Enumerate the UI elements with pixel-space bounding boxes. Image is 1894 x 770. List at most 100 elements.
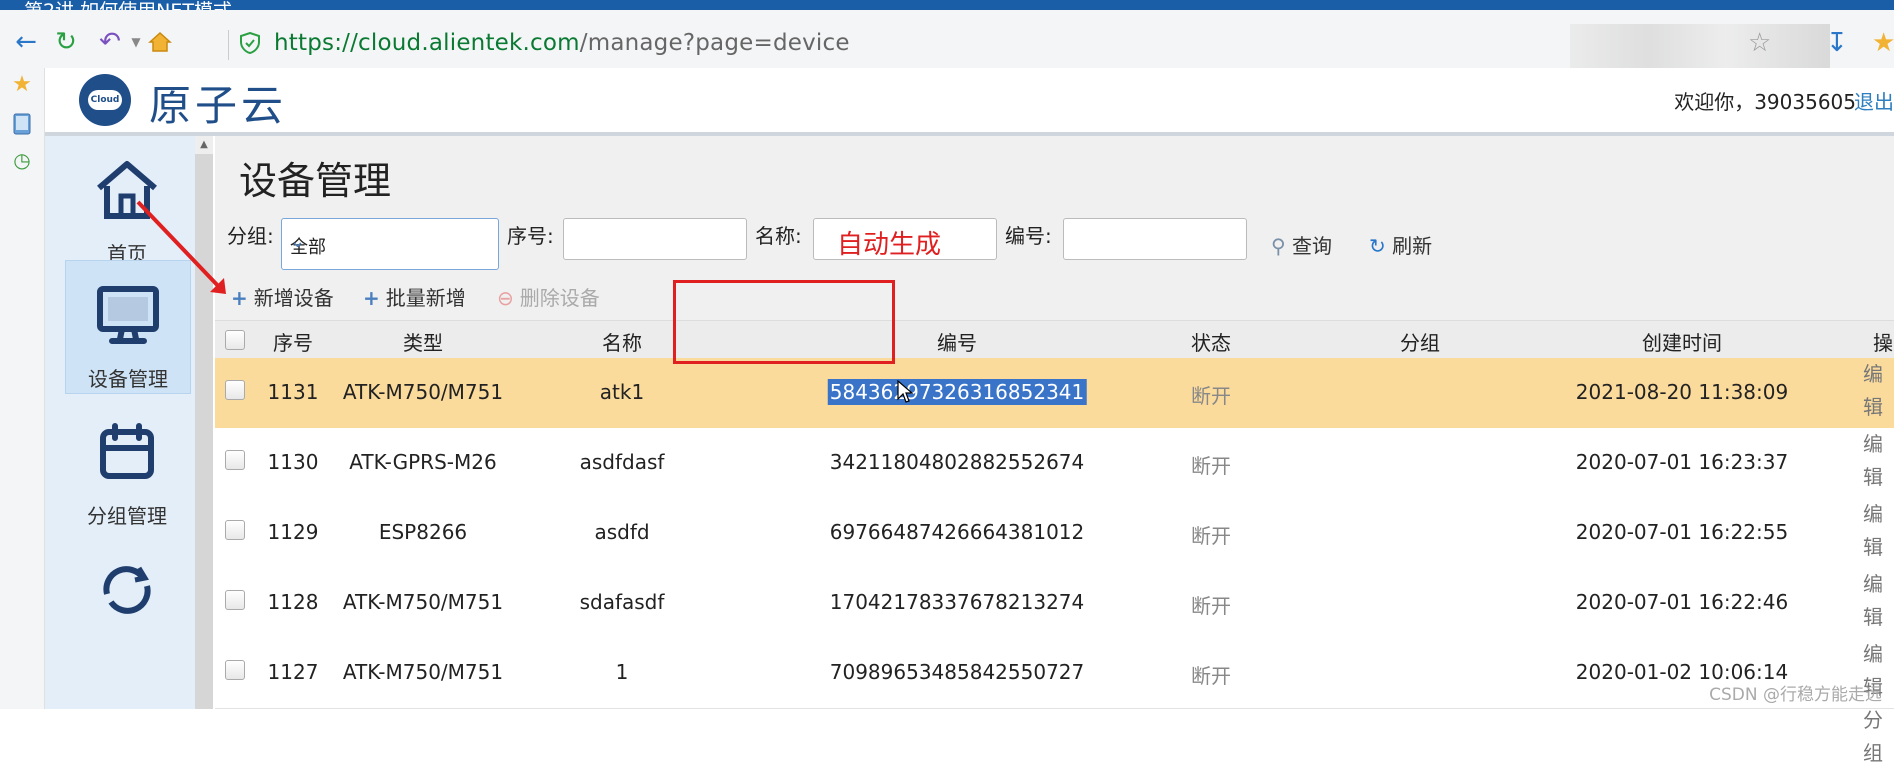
cell-seq: 1129 xyxy=(267,520,319,544)
select-all-checkbox[interactable] xyxy=(225,330,245,350)
row-checkbox[interactable] xyxy=(225,590,245,610)
browser-sidebar: ★ ◷ xyxy=(0,68,45,709)
col-type[interactable]: 类型 xyxy=(403,327,443,356)
cell-status: 断开 xyxy=(1191,594,1231,618)
cell-code: 69766487426664381012 xyxy=(829,520,1085,544)
cell-status: 断开 xyxy=(1191,524,1231,548)
cloud-logo[interactable]: Cloud xyxy=(79,74,131,126)
table-row[interactable]: 1128 ATK-M750/M751 sdafasdf 170421783376… xyxy=(215,568,1894,695)
cell-type: ESP8266 xyxy=(378,520,468,544)
group-link[interactable]: 分组 xyxy=(1863,704,1894,770)
col-name[interactable]: 名称 xyxy=(602,327,642,356)
scroll-up-icon[interactable]: ▲ xyxy=(195,136,213,154)
home-browser-icon[interactable] xyxy=(146,28,174,56)
col-seq[interactable]: 序号 xyxy=(273,327,313,356)
refresh-label: 刷新 xyxy=(1392,234,1433,258)
table-row[interactable]: 1130 ATK-GPRS-M26 asdfdasf 3421180480288… xyxy=(215,428,1894,555)
nav-label-group-management: 分组管理 xyxy=(87,504,167,528)
cell-created: 2020-07-01 16:22:55 xyxy=(1575,520,1789,544)
cell-status: 断开 xyxy=(1191,454,1231,478)
batch-add-label: 批量新增 xyxy=(385,286,466,310)
seq-filter-label: 序号: xyxy=(507,224,554,248)
add-device-label: 新增设备 xyxy=(253,286,334,310)
row-checkbox[interactable] xyxy=(225,520,245,540)
calendar-icon xyxy=(65,420,189,490)
blurred-toolbar-area xyxy=(1570,24,1830,74)
col-status[interactable]: 状态 xyxy=(1191,327,1231,356)
cell-name: atk1 xyxy=(599,380,645,404)
edit-link[interactable]: 编辑 xyxy=(1863,428,1894,494)
cell-type: ATK-M750/M751 xyxy=(342,660,504,684)
search-icon: ⚲ xyxy=(1271,234,1286,258)
cell-created: 2020-07-01 16:23:37 xyxy=(1575,450,1789,474)
cell-name: asdfdasf xyxy=(579,450,665,474)
cell-type: ATK-GPRS-M26 xyxy=(349,450,497,474)
cell-name: 1 xyxy=(615,660,629,684)
nav-label-device-management: 设备管理 xyxy=(88,367,168,391)
table-row[interactable]: 1131 ATK-M750/M751 atk1 5843629732631685… xyxy=(215,358,1894,485)
favorites-icon[interactable]: ★ xyxy=(1872,28,1894,58)
table-row[interactable]: 1127 ATK-M750/M751 1 7098965348584255072… xyxy=(215,638,1894,765)
star-icon[interactable]: ☆ xyxy=(1748,28,1771,58)
cell-code[interactable]: 58436297326316852341 xyxy=(827,379,1087,405)
cell-type: ATK-M750/M751 xyxy=(342,380,504,404)
back-icon[interactable]: ← xyxy=(12,28,40,56)
nav-item-sync[interactable] xyxy=(65,536,189,668)
undo-icon[interactable]: ↶ xyxy=(96,28,124,56)
query-button[interactable]: ⚲ 查询 xyxy=(1271,230,1332,259)
selected-code-text[interactable]: 58436297326316852341 xyxy=(827,379,1087,405)
name-filter-label: 名称: xyxy=(755,224,802,248)
row-checkbox[interactable] xyxy=(225,450,245,470)
table-row[interactable]: 1129 ESP8266 asdfd 69766487426664381012 … xyxy=(215,498,1894,625)
mouse-cursor-icon xyxy=(897,380,913,403)
plus-icon: + xyxy=(363,286,380,310)
edit-link[interactable]: 编辑 xyxy=(1863,498,1894,564)
download-icon[interactable]: ↧ xyxy=(1826,28,1848,58)
logout-link[interactable]: 退出 xyxy=(1854,86,1894,115)
col-code[interactable]: 编号 xyxy=(937,327,977,356)
group-select[interactable]: 全部 ⌄ xyxy=(281,218,499,270)
tablet-icon[interactable] xyxy=(10,112,34,136)
delete-device-button[interactable]: ⊖ 删除设备 xyxy=(497,282,600,311)
row-checkbox[interactable] xyxy=(225,380,245,400)
code-filter-label: 编号: xyxy=(1005,224,1052,248)
nav-item-group-management[interactable]: 分组管理 xyxy=(65,398,189,530)
cell-code: 34211804802882552674 xyxy=(829,450,1085,474)
seq-input[interactable] xyxy=(563,218,747,260)
edit-link[interactable]: 编辑 xyxy=(1863,358,1894,424)
site-header: Cloud 原子云 欢迎你，39035605 退出 xyxy=(45,68,1894,136)
logo-text: Cloud xyxy=(88,90,122,110)
cell-status: 断开 xyxy=(1191,664,1231,688)
row-checkbox[interactable] xyxy=(225,660,245,680)
refresh-icon: ↻ xyxy=(1369,234,1386,258)
add-device-button[interactable]: + 新增设备 xyxy=(231,282,334,311)
annotation-highlight-box xyxy=(673,280,895,364)
minus-circle-icon: ⊖ xyxy=(497,286,514,310)
batch-add-button[interactable]: + 批量新增 xyxy=(363,282,466,311)
url-path: /manage?page=device xyxy=(579,30,850,56)
table-header: 序号 类型 名称 编号 状态 分组 创建时间 操 xyxy=(215,320,1894,360)
code-input[interactable] xyxy=(1063,218,1247,260)
cell-code: 17042178337678213274 xyxy=(829,590,1085,614)
cell-seq: 1127 xyxy=(267,660,319,684)
cell-name: sdafasdf xyxy=(579,590,665,614)
refresh-button[interactable]: ↻ 刷新 xyxy=(1369,230,1432,259)
cell-code: 70989653485842550727 xyxy=(829,660,1085,684)
col-created[interactable]: 创建时间 xyxy=(1642,327,1722,356)
annotation-label: 自动生成 xyxy=(837,230,942,260)
reload-icon[interactable]: ↻ xyxy=(52,28,80,56)
edit-link[interactable]: 编辑 xyxy=(1863,568,1894,634)
chevron-down-icon: ⌄ xyxy=(290,231,306,252)
cell-created: 2020-07-01 16:22:46 xyxy=(1575,590,1789,614)
history-clock-icon[interactable]: ◷ xyxy=(10,148,34,172)
url-separator xyxy=(228,30,229,60)
page-title: 设备管理 xyxy=(239,159,392,203)
col-ops: 操 xyxy=(1873,331,1893,355)
query-label: 查询 xyxy=(1292,234,1333,258)
cell-created: 2021-08-20 11:38:09 xyxy=(1575,380,1789,404)
browser-toolbar: ← ↻ ↶ ▼ https://cloud.alientek.com/manag… xyxy=(0,10,1894,74)
address-bar[interactable]: https://cloud.alientek.com/manage?page=d… xyxy=(274,30,850,56)
col-group[interactable]: 分组 xyxy=(1400,327,1440,356)
favorites-star-icon[interactable]: ★ xyxy=(10,72,34,97)
cell-type: ATK-M750/M751 xyxy=(342,590,504,614)
